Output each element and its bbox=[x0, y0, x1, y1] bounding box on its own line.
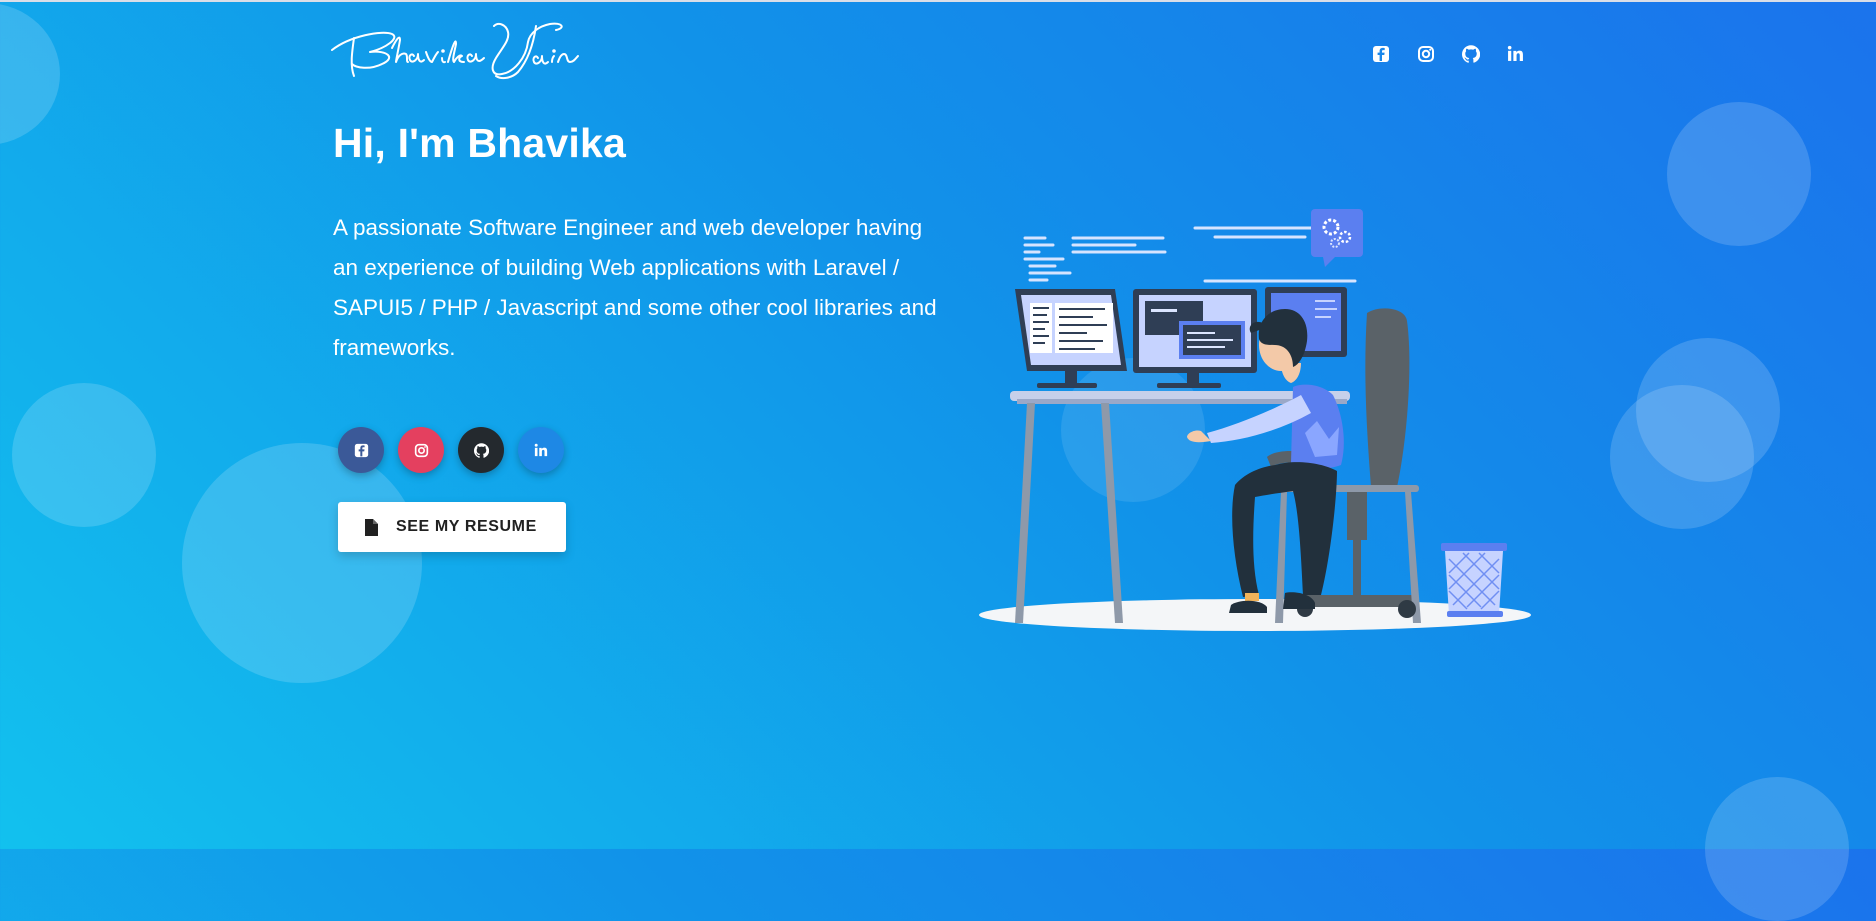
bg-bubble bbox=[182, 443, 422, 683]
bg-bubble bbox=[0, 3, 60, 145]
bg-bubble bbox=[1667, 102, 1811, 246]
intro-paragraph: A passionate Software Engineer and web d… bbox=[333, 215, 937, 360]
github-link[interactable] bbox=[1462, 45, 1482, 65]
linkedin-icon bbox=[1507, 45, 1523, 61]
bg-bubble bbox=[12, 383, 156, 527]
facebook-link[interactable] bbox=[1372, 45, 1392, 65]
facebook-icon bbox=[1373, 46, 1389, 62]
github-button[interactable] bbox=[458, 427, 504, 473]
instagram-icon bbox=[1418, 46, 1434, 62]
see-resume-label: SEE MY RESUME bbox=[396, 518, 537, 535]
linkedin-link[interactable] bbox=[1507, 45, 1527, 65]
file-icon bbox=[364, 518, 378, 536]
bg-bubble bbox=[1636, 338, 1780, 482]
top-border bbox=[0, 0, 1876, 2]
facebook-button[interactable] bbox=[338, 427, 384, 473]
github-icon bbox=[1462, 45, 1481, 63]
instagram-button[interactable] bbox=[398, 427, 444, 473]
linkedin-button[interactable] bbox=[518, 427, 564, 473]
site-logo[interactable] bbox=[330, 18, 600, 84]
instagram-icon bbox=[414, 443, 428, 457]
github-icon bbox=[473, 442, 489, 458]
developer-illustration bbox=[975, 195, 1535, 640]
see-resume-button[interactable]: SEE MY RESUME bbox=[338, 502, 566, 552]
instagram-link[interactable] bbox=[1417, 45, 1437, 65]
logo-signature bbox=[331, 22, 579, 80]
linkedin-icon bbox=[534, 443, 548, 457]
page-title: Hi, I'm Bhavika bbox=[333, 120, 627, 166]
facebook-icon bbox=[354, 443, 368, 457]
gear-bubble bbox=[1311, 209, 1363, 267]
bg-bubble bbox=[1705, 777, 1849, 921]
